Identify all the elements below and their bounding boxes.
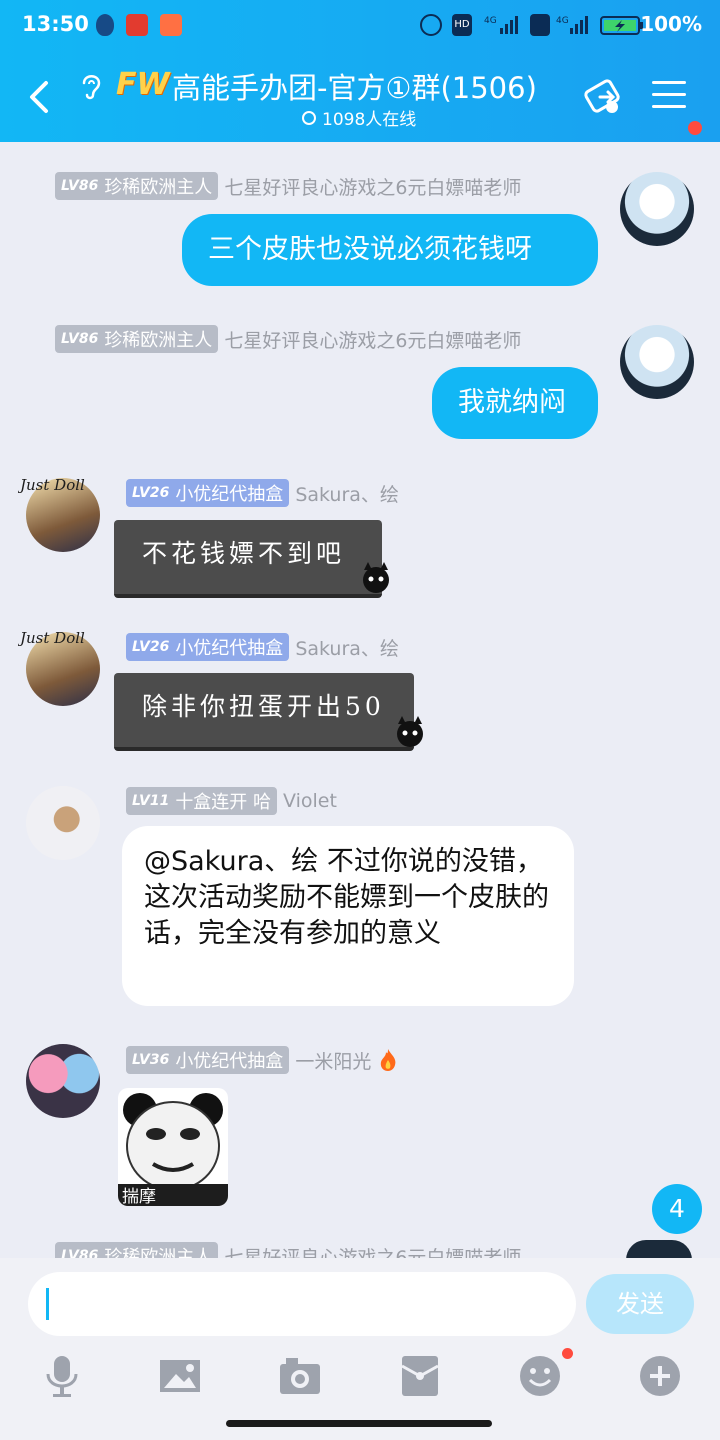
chat-title[interactable]: 高能手办团-官方①群(1506) — [172, 65, 537, 107]
menu-icon[interactable] — [652, 81, 686, 111]
member-badge: LV86 珍稀欧洲主人 — [55, 172, 219, 200]
svg-text:Just Doll: Just Doll — [18, 629, 85, 647]
sender-name[interactable]: Violet — [283, 790, 337, 812]
member-badge: LV26 小优纪代抽盒 — [126, 633, 290, 661]
battery-icon — [600, 14, 644, 36]
message-meta: LV86 珍稀欧洲主人 七星好评良心游戏之6元白嫖喵老师 — [55, 172, 521, 200]
shield-icon — [96, 14, 114, 36]
message-bubble[interactable]: @Sakura、绘 不过你说的没错，这次活动奖励不能嫖到一个皮肤的话，完全没有参… — [122, 826, 574, 1006]
sender-name[interactable]: 七星好评良心游戏之6元白嫖喵老师 — [224, 326, 521, 353]
emoji-icon[interactable] — [518, 1354, 562, 1398]
avatar[interactable] — [26, 1044, 100, 1118]
share-icon[interactable] — [582, 75, 626, 119]
message-bubble[interactable]: 除非你扭蛋开出50 — [114, 673, 414, 751]
home-indicator[interactable] — [226, 1420, 492, 1427]
battery-level: 100% — [640, 12, 702, 36]
signal-icon-2: 4G — [556, 14, 592, 36]
message-meta: LV11 十盒连开 哈 Violet — [126, 787, 337, 815]
message-meta: LV86 珍稀欧洲主人 七星好评良心游戏之6元白嫖喵老师 — [55, 325, 521, 353]
svg-text:4G: 4G — [484, 16, 497, 26]
alarm-icon — [420, 14, 442, 36]
svg-text:Just Doll: Just Doll — [18, 476, 85, 494]
avatar[interactable] — [620, 325, 694, 399]
member-badge: LV26 小优纪代抽盒 — [126, 479, 290, 507]
message-bubble[interactable]: 三个皮肤也没说必须花钱呀 — [182, 214, 598, 286]
app-notification-icon — [126, 14, 148, 36]
sender-name[interactable]: Sakura、绘 — [295, 480, 399, 507]
sticker-caption: 揣摩 — [122, 1187, 156, 1206]
message-meta: LV86 珍稀欧洲主人 七星好评良心游戏之6元白嫖喵老师 — [55, 1238, 615, 1260]
online-count[interactable]: 1098人在线 — [302, 105, 416, 130]
menu-notification-dot — [688, 121, 702, 135]
message-meta: LV26 小优纪代抽盒 Sakura、绘 — [126, 633, 399, 661]
member-badge: LV36 小优纪代抽盒 — [126, 1046, 290, 1074]
online-icon — [302, 110, 316, 125]
back-button[interactable] — [22, 73, 62, 121]
signal-icon: 4G — [482, 14, 522, 36]
member-badge: LV11 十盒连开 哈 — [126, 787, 278, 815]
clock: 13:50 — [22, 12, 89, 36]
composer-area: 发送 — [0, 1258, 720, 1440]
avatar-overlay-text: Just Doll — [18, 476, 85, 494]
image-icon[interactable] — [158, 1354, 202, 1398]
plus-icon[interactable] — [638, 1354, 682, 1398]
hd-icon: HD — [452, 14, 472, 36]
group-logo: FW — [116, 67, 170, 102]
cat-bubble-decoration-icon — [363, 562, 389, 593]
svg-text:4G: 4G — [556, 16, 569, 26]
shop-notification-icon — [160, 14, 182, 36]
camera-icon[interactable] — [278, 1354, 322, 1398]
avatar[interactable] — [626, 1240, 692, 1260]
message-bubble[interactable]: 不花钱嫖不到吧 — [114, 520, 382, 598]
avatar[interactable] — [620, 172, 694, 246]
sticker-image[interactable]: 揣摩 — [118, 1088, 228, 1206]
text-caret — [46, 1288, 49, 1320]
send-button[interactable]: 发送 — [586, 1274, 694, 1334]
member-badge: LV86 珍稀欧洲主人 — [55, 325, 219, 353]
status-bar: 13:50 HD 4G 4G 100% — [0, 0, 720, 52]
avatar[interactable] — [26, 786, 100, 860]
message-meta: LV26 小优纪代抽盒 Sakura、绘 — [126, 479, 399, 507]
hd-icon-2 — [530, 14, 550, 36]
online-text: 1098人在线 — [322, 110, 417, 130]
message-meta: LV36 小优纪代抽盒 一米阳光 — [126, 1046, 399, 1074]
cat-bubble-decoration-icon — [397, 716, 423, 747]
message-input[interactable] — [28, 1272, 576, 1336]
sender-name[interactable]: Sakura、绘 — [295, 634, 399, 661]
message-bubble[interactable]: 我就纳闷 — [432, 367, 598, 439]
avatar-overlay-text: Just Doll — [18, 629, 85, 647]
sender-name[interactable]: 七星好评良心游戏之6元白嫖喵老师 — [224, 173, 521, 200]
ear-mode-icon[interactable] — [78, 71, 104, 101]
unread-count-badge[interactable]: 4 — [652, 1184, 702, 1234]
chat-nav-bar: FW 高能手办团-官方①群(1506) 1098人在线 — [0, 55, 720, 140]
emoji-notification-dot — [562, 1348, 573, 1359]
top-header: 13:50 HD 4G 4G 100% FW 高能手办团-官方①群(1506) … — [0, 0, 720, 142]
red-packet-icon[interactable] — [398, 1354, 442, 1398]
mic-icon[interactable] — [40, 1354, 84, 1398]
fire-icon — [381, 1049, 396, 1071]
sender-name[interactable]: 一米阳光 — [295, 1047, 371, 1074]
